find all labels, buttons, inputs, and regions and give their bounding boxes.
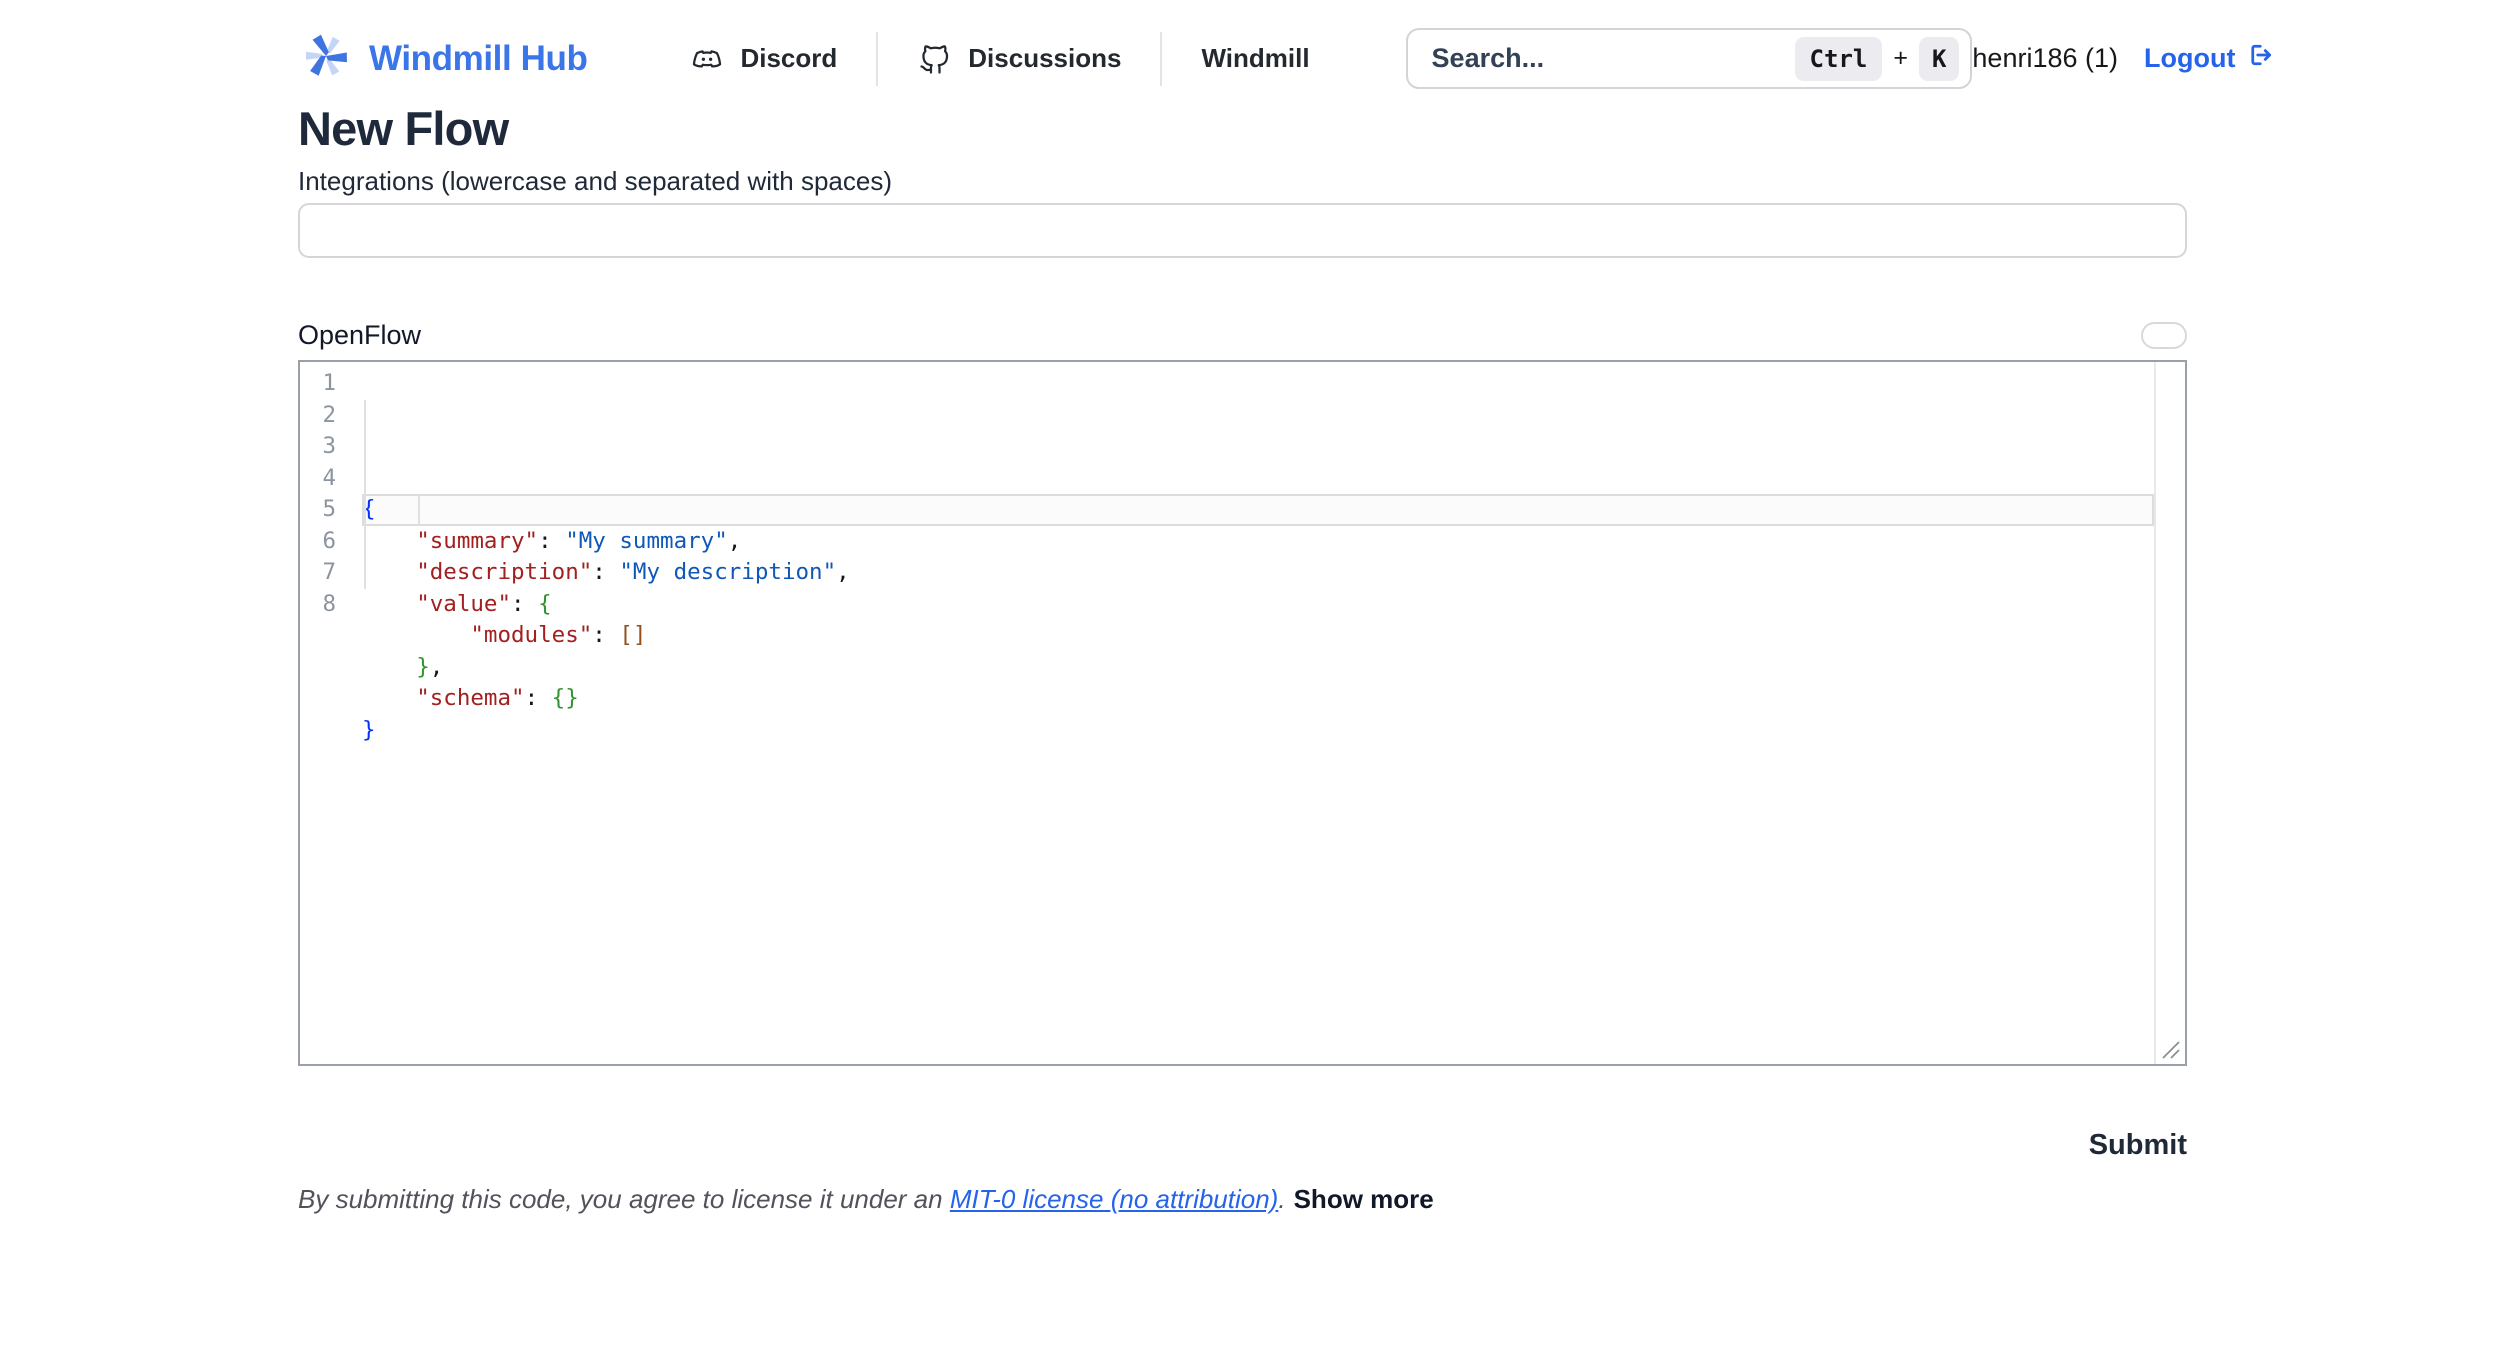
shortcut-key-ctrl: Ctrl	[1795, 37, 1883, 81]
windmill-logo-icon	[298, 26, 354, 91]
openflow-label: OpenFlow	[298, 320, 421, 351]
integrations-input[interactable]	[298, 203, 2187, 258]
username: henri186 (1)	[1972, 43, 2118, 74]
code-line[interactable]: "summary": "My summary",	[362, 526, 2154, 558]
line-number: 6	[300, 526, 336, 558]
brand-logo[interactable]: Windmill Hub	[298, 26, 587, 91]
brand-name: Windmill Hub	[369, 39, 587, 79]
logout-label: Logout	[2144, 43, 2235, 74]
line-number: 5	[300, 494, 336, 526]
header: Windmill Hub Discord	[298, 0, 2187, 91]
page-container: Windmill Hub Discord	[298, 0, 2187, 1215]
search-input[interactable]	[1430, 42, 1795, 75]
code-line[interactable]: "modules": []	[362, 620, 2154, 652]
license-suffix: .	[1278, 1184, 1285, 1214]
discord-icon	[689, 41, 725, 77]
code-line[interactable]: },	[362, 652, 2154, 684]
code-line[interactable]: {	[362, 494, 2154, 526]
integrations-label: Integrations (lowercase and separated wi…	[298, 166, 2187, 197]
nav-divider	[876, 32, 878, 86]
line-number: 2	[300, 400, 336, 432]
nav-divider	[1160, 32, 1162, 86]
license-text: By submitting this code, you agree to li…	[298, 1184, 2187, 1215]
line-number: 8	[300, 589, 336, 621]
page-title: New Flow	[298, 105, 2187, 152]
submit-button[interactable]: Submit	[2089, 1129, 2187, 1162]
line-number: 7	[300, 557, 336, 589]
line-number: 4	[300, 463, 336, 495]
code-line[interactable]: "value": {	[362, 589, 2154, 621]
user-area: henri186 (1) Logout	[1972, 40, 2274, 77]
nav-item-discussions[interactable]: Discussions	[917, 41, 1121, 77]
code-line[interactable]: "description": "My description",	[362, 557, 2154, 589]
editor-scrollbar-track[interactable]	[2154, 362, 2185, 1064]
openflow-header-row: OpenFlow	[298, 320, 2187, 351]
nav-item-windmill[interactable]: Windmill	[1201, 43, 1309, 74]
show-more-button[interactable]: Show more	[1294, 1184, 1434, 1214]
main-nav: Discord Discussions Windmill	[689, 32, 1309, 86]
editor-gutter: 12345678	[300, 362, 336, 1064]
submit-row: Submit	[298, 1129, 2187, 1162]
nav-item-discord[interactable]: Discord	[689, 41, 837, 77]
search-box: Ctrl + K	[1406, 28, 1973, 89]
code-line[interactable]: }	[362, 715, 2154, 747]
code-line[interactable]: "schema": {}	[362, 683, 2154, 715]
editor-toggle[interactable]	[2141, 322, 2187, 349]
nav-label-windmill: Windmill	[1201, 43, 1309, 74]
shortcut-key-k: K	[1919, 37, 1959, 81]
license-link[interactable]: MIT-0 license (no attribution)	[950, 1184, 1279, 1214]
nav-label-discussions: Discussions	[968, 43, 1121, 74]
shortcut-separator: +	[1893, 44, 1908, 73]
openflow-code-editor[interactable]: 12345678 { "summary": "My summary", "des…	[298, 360, 2187, 1066]
nav-label-discord: Discord	[740, 43, 837, 74]
indent-guide	[364, 400, 366, 589]
logout-icon	[2244, 40, 2274, 77]
logout-button[interactable]: Logout	[2144, 40, 2274, 77]
line-number: 3	[300, 431, 336, 463]
line-number: 1	[300, 368, 336, 400]
editor-resize-handle[interactable]	[2158, 1037, 2182, 1061]
indent-guide	[418, 494, 420, 526]
license-prefix: By submitting this code, you agree to li…	[298, 1184, 950, 1214]
github-discussions-icon	[917, 41, 953, 77]
editor-code[interactable]: { "summary": "My summary", "description"…	[336, 362, 2154, 1064]
